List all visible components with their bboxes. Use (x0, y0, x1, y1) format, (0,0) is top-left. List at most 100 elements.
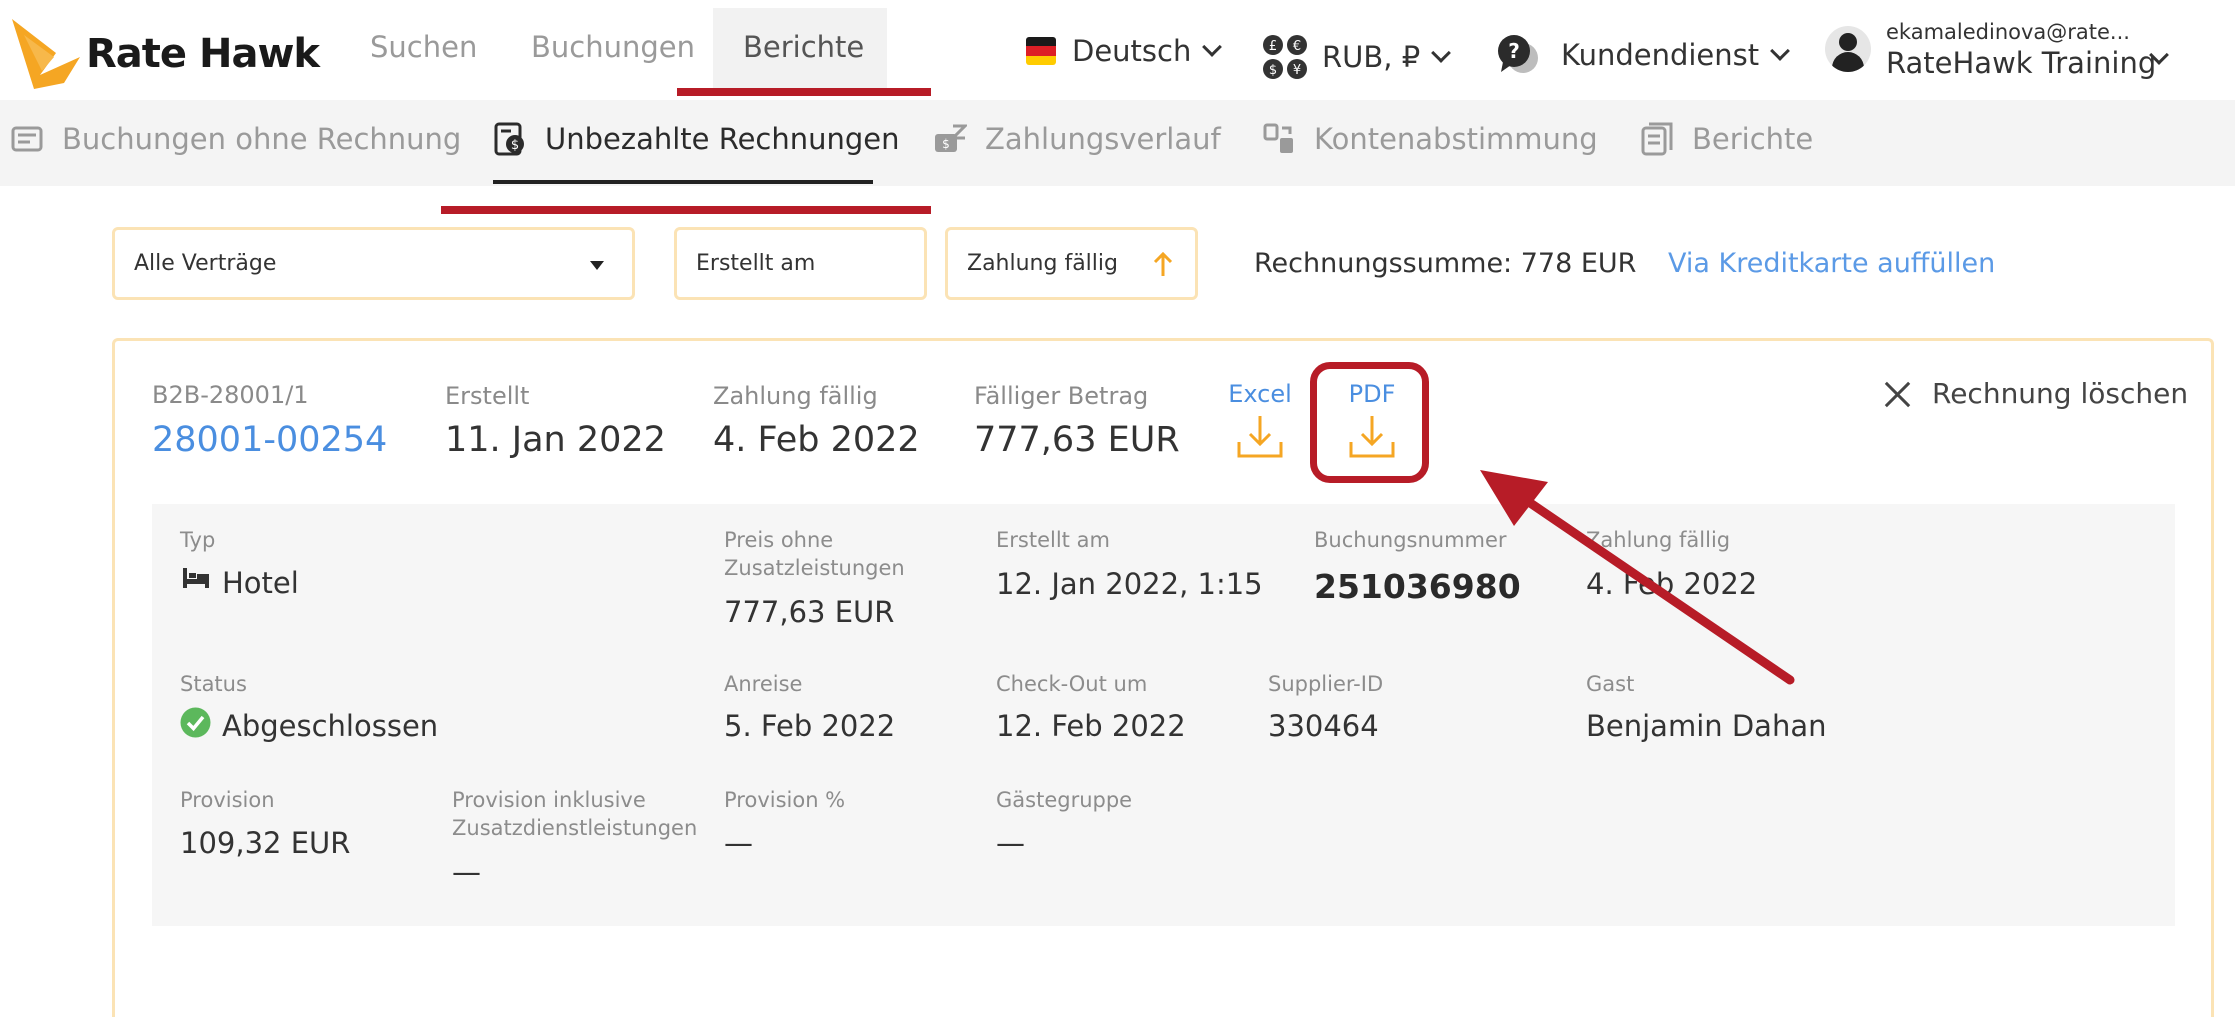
annotation-highlight-pdf (1310, 362, 1429, 483)
checkout-label: Check-Out um (996, 672, 1148, 696)
arrival-value: 5. Feb 2022 (724, 709, 896, 743)
nav-berichte[interactable]: Berichte (713, 8, 887, 94)
created-date-placeholder: Erstellt am (696, 251, 816, 276)
created-at-label: Erstellt am (996, 528, 1110, 552)
unpaid-invoice-icon: $ (494, 122, 524, 156)
language-label: Deutsch (1072, 34, 1192, 68)
guest-group-label: Gästegruppe (996, 788, 1133, 812)
subnav-kontenabstimmung[interactable]: Kontenabstimmung (1262, 122, 1598, 156)
active-tab-underline (493, 180, 873, 184)
user-avatar[interactable] (1825, 26, 1871, 72)
due-sort-label: Zahlung fällig (967, 251, 1118, 276)
svg-text:$: $ (511, 138, 519, 153)
price-label-line-1: Preis ohne (724, 528, 834, 552)
svg-text:?: ? (1508, 39, 1520, 63)
status-value: Abgeschlossen (222, 709, 439, 743)
support-label: Kundendienst (1561, 38, 1760, 72)
amount-value: 777,63 EUR (974, 420, 1180, 460)
amount-label: Fälliger Betrag (974, 382, 1149, 410)
subnav-label: Zahlungsverlauf (985, 122, 1221, 156)
created-value: 11. Jan 2022 (445, 420, 666, 460)
commission-incl-value: — (452, 855, 481, 889)
commission-incl-label-line-2: Zusatzdienstleistungen (452, 816, 698, 840)
subnav-berichte[interactable]: Berichte (1640, 122, 1813, 156)
svg-text:$: $ (1269, 63, 1277, 78)
logo-text: Rate Hawk (86, 31, 320, 77)
german-flag-icon (1026, 37, 1056, 65)
price-label-line-2: Zusatzleistungen (724, 556, 905, 580)
commission-percent-value: — (724, 826, 753, 860)
type-value: Hotel (222, 566, 299, 600)
language-selector[interactable]: Deutsch (1026, 34, 1223, 68)
hawk-logo-icon (12, 19, 80, 89)
created-at-value: 12. Jan 2022, 1:15 (996, 567, 1263, 601)
nav-berichte-label: Berichte (743, 30, 865, 64)
guest-group-value: — (996, 826, 1025, 860)
annotation-underline-berichte (677, 88, 931, 96)
contracts-select-value: Alle Verträge (134, 251, 277, 276)
reports-subnav: Buchungen ohne Rechnung $ Unbezahlte Rec… (0, 100, 2235, 186)
commission-incl-label-line-1: Provision inklusive (452, 788, 646, 812)
supplier-id-label: Supplier-ID (1268, 672, 1384, 696)
commission-label: Provision (180, 788, 275, 812)
support-menu[interactable]: ? Kundendienst (1497, 34, 1791, 76)
arrival-label: Anreise (724, 672, 803, 696)
supplier-id-value: 330464 (1268, 709, 1379, 743)
chevron-down-icon (1202, 37, 1223, 57)
svg-text:¥: ¥ (1293, 63, 1301, 78)
nav-buchungen[interactable]: Buchungen (531, 30, 695, 64)
guest-value: Benjamin Dahan (1586, 709, 1827, 743)
user-menu[interactable]: ekamaledinova@rate... RateHawk Training (1886, 20, 2156, 80)
currency-label: RUB, ₽ (1322, 40, 1421, 74)
due-value: 4. Feb 2022 (713, 420, 920, 460)
checkout-value: 12. Feb 2022 (996, 709, 1186, 743)
ratehawk-logo[interactable]: Rate Hawk (10, 14, 320, 94)
topup-credit-card-link[interactable]: Via Kreditkarte auffüllen (1668, 248, 1995, 279)
delete-invoice-button[interactable]: Rechnung löschen (1884, 377, 2188, 410)
status-label: Status (180, 672, 247, 696)
reconciliation-icon (1263, 123, 1293, 153)
top-header: Rate Hawk Suchen Buchungen Berichte Deut… (0, 0, 2235, 100)
commission-value: 109,32 EUR (180, 826, 351, 860)
svg-text:$: $ (942, 137, 950, 151)
download-icon (1237, 416, 1283, 458)
type-label: Typ (180, 528, 216, 552)
annotation-underline-unpaid (441, 206, 931, 214)
created-label: Erstellt (445, 382, 530, 410)
subnav-label: Kontenabstimmung (1314, 122, 1598, 156)
support-chat-icon: ? (1498, 35, 1538, 73)
chevron-down-icon (1770, 41, 1791, 61)
subnav-label: Buchungen ohne Rechnung (62, 122, 462, 156)
delete-invoice-label: Rechnung löschen (1932, 377, 2189, 410)
due-sort-filter[interactable]: Zahlung fällig (945, 227, 1198, 300)
subnav-zahlungsverlauf[interactable]: $ Zahlungsverlauf (933, 122, 1221, 156)
subnav-label: Berichte (1692, 122, 1814, 156)
svg-text:£: £ (1269, 39, 1277, 54)
created-date-filter[interactable]: Erstellt am (674, 227, 927, 300)
due-label: Zahlung fällig (713, 382, 878, 410)
user-name: RateHawk Training (1886, 46, 2157, 80)
invoice-number-link[interactable]: 28001-00254 (152, 420, 387, 460)
svg-text:€: € (1293, 39, 1301, 54)
nav-suchen[interactable]: Suchen (370, 30, 477, 64)
reports-icon (1641, 122, 1673, 156)
close-icon (1884, 380, 1912, 408)
annotation-arrow (1480, 470, 1795, 685)
contract-id: B2B-28001/1 (152, 381, 309, 409)
invoice-list-icon (11, 126, 43, 152)
subnav-label: Unbezahlte Rechnungen (545, 122, 900, 156)
user-email: ekamaledinova@rate... (1886, 20, 2130, 44)
invoice-sum: Rechnungssumme: 778 EUR (1254, 248, 1637, 279)
excel-label: Excel (1228, 380, 1292, 408)
sort-ascending-arrow-icon (1153, 252, 1173, 276)
excel-download-button[interactable]: Excel (1228, 380, 1292, 464)
payment-history-icon: $ (935, 124, 967, 152)
chevron-down-icon (1431, 43, 1452, 63)
contracts-select[interactable]: Alle Verträge (112, 227, 635, 300)
subnav-buchungen-ohne-rechnung[interactable]: Buchungen ohne Rechnung (10, 122, 461, 156)
currency-selector[interactable]: £ € $ ¥ RUB, ₽ (1262, 34, 1452, 80)
price-value: 777,63 EUR (724, 595, 895, 629)
check-circle-icon (180, 707, 211, 738)
currency-icon: £ € $ ¥ (1263, 35, 1307, 79)
subnav-unbezahlte-rechnungen[interactable]: $ Unbezahlte Rechnungen (493, 122, 900, 156)
